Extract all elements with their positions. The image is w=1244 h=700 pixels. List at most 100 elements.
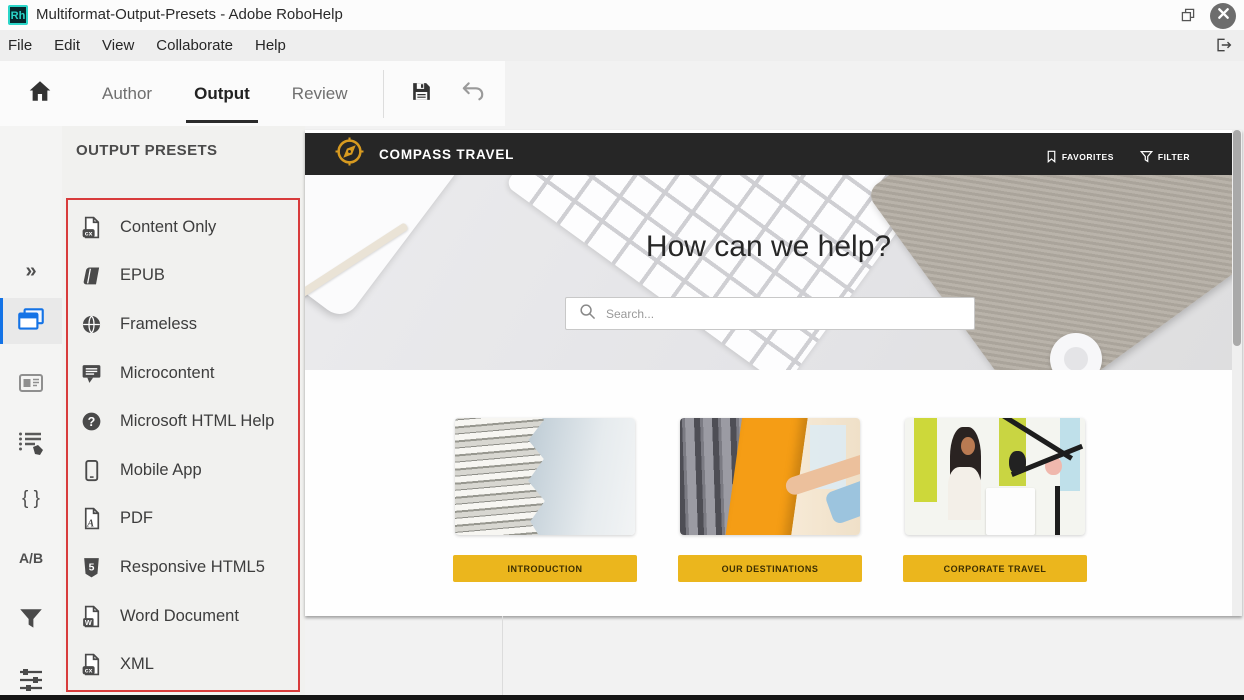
- laptop-photo-shape: [986, 488, 1035, 535]
- preset-item-epub[interactable]: EPUB: [68, 252, 298, 301]
- card-image-destinations[interactable]: [680, 418, 860, 535]
- svg-text:?: ?: [87, 415, 95, 429]
- preset-label: Responsive HTML5: [120, 558, 265, 577]
- panel-boundary-line: [502, 616, 503, 696]
- rail-item-tags[interactable]: [0, 428, 62, 463]
- filter-funnel-icon: [17, 604, 45, 639]
- expand-rail-button[interactable]: »: [0, 260, 62, 283]
- fabric-photo-shape: [866, 175, 1232, 370]
- bottom-edge-strip: [0, 695, 1244, 700]
- rail-item-variables[interactable]: A/B: [0, 550, 62, 566]
- left-rail: » { } A/B: [0, 126, 62, 696]
- preset-label: Microsoft HTML Help: [120, 412, 274, 431]
- mic-stand-shape: [1055, 486, 1060, 535]
- preset-item-mobile-app[interactable]: Mobile App: [68, 446, 298, 495]
- funnel-icon: [1140, 150, 1153, 165]
- close-icon: [1217, 7, 1230, 25]
- bookmark-icon: [1046, 150, 1057, 165]
- close-button[interactable]: [1210, 3, 1236, 29]
- preset-label: Content Only: [120, 218, 216, 237]
- preset-item-microcontent[interactable]: Microcontent: [68, 349, 298, 398]
- robohelp-logo: Rh: [8, 5, 28, 25]
- presets-list-highlight: cx Content Only EPUB Frameless Microcont…: [66, 198, 300, 692]
- preset-label: Microcontent: [120, 364, 214, 383]
- menu-item-view[interactable]: View: [91, 30, 145, 61]
- preset-item-microsoft-html-help[interactable]: ? Microsoft HTML Help: [68, 397, 298, 446]
- html5-shield-icon: 5: [80, 556, 102, 579]
- menu-bar: File Edit View Collaborate Help: [0, 30, 1244, 61]
- our-destinations-button[interactable]: OUR DESTINATIONS: [678, 555, 862, 582]
- introduction-button[interactable]: INTRODUCTION: [453, 555, 637, 582]
- window-title: Multiformat-Output-Presets - Adobe RoboH…: [36, 6, 343, 23]
- newspapers-photo-shape: [455, 418, 551, 535]
- site-header-actions: FAVORITES FILTER: [1046, 136, 1190, 178]
- ab-variables-icon: A/B: [19, 550, 43, 566]
- brand: COMPASS TRAVEL: [335, 137, 514, 171]
- output-presets-icon: [15, 303, 47, 342]
- pdf-file-icon: A: [80, 507, 102, 530]
- menu-item-help[interactable]: Help: [244, 30, 297, 61]
- rail-item-condition-filter[interactable]: [0, 604, 62, 639]
- page-heading: How can we help?: [305, 230, 1232, 264]
- filter-button[interactable]: FILTER: [1140, 150, 1190, 165]
- search-box[interactable]: [565, 297, 975, 330]
- microphone-photo-shape: [1009, 451, 1025, 474]
- svg-text:cx: cx: [84, 668, 92, 675]
- tab-review[interactable]: Review: [282, 62, 358, 125]
- preset-item-frameless[interactable]: Frameless: [68, 300, 298, 349]
- preset-label: PDF: [120, 509, 153, 528]
- preset-item-xml[interactable]: cx XML: [68, 640, 298, 689]
- preview-site-header: COMPASS TRAVEL FAVORITES FILTER: [305, 133, 1232, 175]
- search-input[interactable]: [604, 306, 974, 322]
- file-cx-icon: cx: [80, 216, 102, 239]
- double-chevron-icon: »: [25, 260, 36, 283]
- question-circle-icon: ?: [80, 410, 102, 433]
- main-toolbar: Author Output Review: [0, 61, 505, 126]
- preview-content: INTRODUCTION OUR DESTINATIONS CORPORATE …: [305, 370, 1232, 616]
- home-icon: [27, 78, 53, 109]
- corporate-travel-button[interactable]: CORPORATE TRAVEL: [903, 555, 1087, 582]
- card-image-introduction[interactable]: [455, 418, 635, 535]
- panel-title: OUTPUT PRESETS: [76, 142, 217, 159]
- svg-text:A: A: [86, 519, 94, 530]
- menu-item-collaborate[interactable]: Collaborate: [145, 30, 244, 61]
- undo-icon: [460, 78, 486, 109]
- restore-window-icon[interactable]: [1180, 7, 1196, 28]
- svg-text:cx: cx: [84, 230, 92, 237]
- menu-item-edit[interactable]: Edit: [43, 30, 91, 61]
- brand-title: COMPASS TRAVEL: [379, 147, 514, 162]
- save-button[interactable]: [409, 79, 434, 109]
- card-image-corporate[interactable]: [905, 418, 1085, 535]
- svg-text:5: 5: [88, 562, 94, 573]
- filter-label: FILTER: [1158, 152, 1190, 162]
- exit-application-icon[interactable]: [1214, 36, 1232, 59]
- braces-icon: { }: [22, 488, 40, 510]
- hero-image: [305, 175, 1232, 370]
- tag-list-icon: [16, 428, 46, 463]
- home-button[interactable]: [27, 78, 53, 109]
- output-preview-window: COMPASS TRAVEL FAVORITES FILTER: [305, 130, 1242, 616]
- search-icon: [566, 303, 604, 325]
- tab-author[interactable]: Author: [92, 62, 162, 125]
- preview-scrollbar[interactable]: [1232, 130, 1242, 616]
- robohelp-window: Rh Multiformat-Output-Presets - Adobe Ro…: [0, 0, 1244, 700]
- speech-bubble-icon: [80, 362, 102, 385]
- person-photo-shape: [948, 467, 980, 520]
- rail-item-layout[interactable]: [0, 370, 62, 401]
- preset-item-word-document[interactable]: W Word Document: [68, 592, 298, 641]
- preset-label: Word Document: [120, 607, 239, 626]
- undo-button[interactable]: [460, 78, 486, 109]
- compass-icon: [335, 137, 364, 171]
- preset-item-responsive-html5[interactable]: 5 Responsive HTML5: [68, 543, 298, 592]
- preset-label: EPUB: [120, 266, 165, 285]
- scrollbar-thumb[interactable]: [1233, 130, 1241, 346]
- save-icon: [409, 79, 434, 109]
- rail-item-output-presets[interactable]: [0, 303, 62, 342]
- tab-output[interactable]: Output: [184, 62, 260, 125]
- preset-item-content-only[interactable]: cx Content Only: [68, 203, 298, 252]
- preset-item-pdf[interactable]: A PDF: [68, 495, 298, 544]
- favorites-button[interactable]: FAVORITES: [1046, 150, 1114, 165]
- title-bar: Rh Multiformat-Output-Presets - Adobe Ro…: [0, 0, 1244, 30]
- menu-item-file[interactable]: File: [0, 30, 43, 61]
- rail-item-snippets[interactable]: { }: [0, 488, 62, 510]
